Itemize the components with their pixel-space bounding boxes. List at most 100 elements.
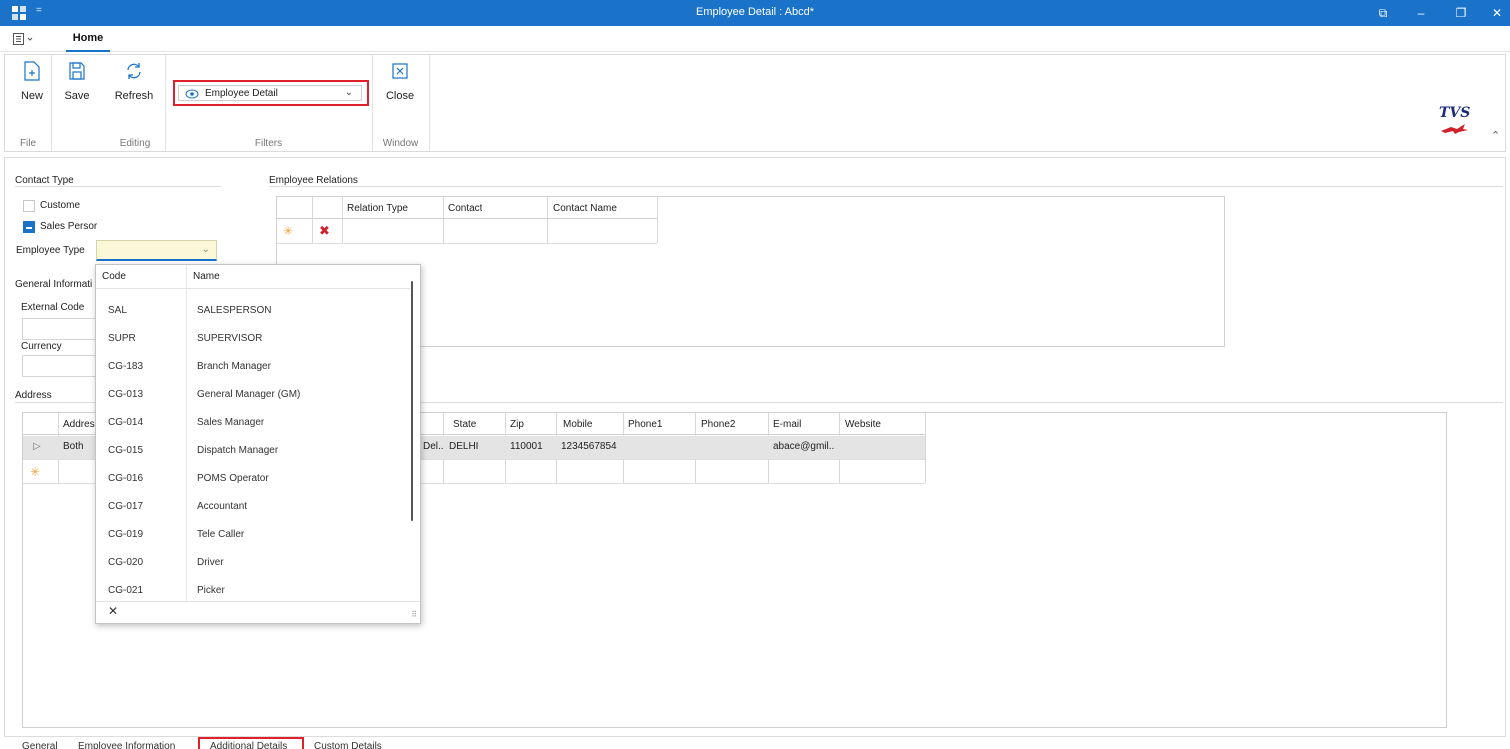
dropdown-item-code: SUPR (108, 333, 136, 344)
minimize-button[interactable]: – (1410, 3, 1432, 23)
dropdown-scrollbar[interactable] (411, 281, 413, 521)
city-cell[interactable]: Del.. (423, 441, 444, 452)
column-header-state[interactable]: State (453, 419, 476, 430)
customer-checkbox[interactable] (23, 200, 35, 212)
close-window-button[interactable]: ✕ (1486, 3, 1508, 23)
column-header-relation-type[interactable]: Relation Type (347, 203, 408, 214)
column-header-phone1[interactable]: Phone1 (628, 419, 662, 430)
dropdown-item-code: CG-017 (108, 501, 144, 512)
employee-relations-label: Employee Relations (269, 175, 358, 186)
dropdown-item-name: Branch Manager (197, 361, 271, 372)
chevron-down-icon: ⌄ (344, 87, 353, 98)
refresh-button[interactable]: Refresh (113, 61, 155, 102)
filter-dropdown-box: Employee Detail ⌄ (178, 85, 362, 101)
new-row-icon[interactable]: ✳ (30, 465, 40, 479)
employee-type-label: Employee Type (16, 245, 85, 256)
dropdown-list-item[interactable]: CG-015 Dispatch Manager (96, 437, 410, 463)
dropdown-list-item[interactable]: CG-019 Tele Caller (96, 521, 410, 547)
dropdown-item-name: Driver (197, 557, 224, 568)
ribbon-tab-row: Home (0, 26, 1510, 52)
external-code-label: External Code (21, 302, 85, 313)
close-button[interactable]: Close (385, 61, 415, 102)
zip-cell[interactable]: 110001 (510, 441, 543, 452)
mobile-cell[interactable]: 1234567854 (561, 441, 617, 452)
new-row-icon[interactable]: ✳ (283, 224, 293, 238)
dropdown-list-item[interactable]: SAL SALESPERSON (96, 297, 410, 323)
maximize-button[interactable]: ❐ (1450, 3, 1472, 23)
dropdown-list-item[interactable]: CG-017 Accountant (96, 493, 410, 519)
refresh-icon (127, 63, 141, 79)
ribbon-panel: New Save Refresh Employee Detail ⌄ Close… (4, 54, 1506, 152)
ribbon-separator (372, 55, 373, 151)
dropdown-list-item[interactable]: CG-013 General Manager (GM) (96, 381, 410, 407)
resize-grip-icon[interactable]: ⠿ (411, 610, 417, 619)
tab-general[interactable]: General (22, 741, 58, 749)
tvs-logo-text: TVS (1439, 105, 1471, 121)
contact-type-label: Contact Type (15, 175, 74, 186)
dropdown-item-code: CG-013 (108, 389, 144, 400)
dropdown-list-item[interactable]: CG-016 POMS Operator (96, 465, 410, 491)
save-button-label: Save (64, 90, 90, 102)
external-code-field[interactable] (22, 318, 102, 340)
dropdown-list-item[interactable]: SUPR SUPERVISOR (96, 325, 410, 351)
column-header-contact-name[interactable]: Contact Name (553, 203, 617, 214)
grid-column-divider (443, 197, 444, 243)
state-cell[interactable]: DELHI (449, 441, 478, 452)
ribbon-separator (429, 55, 430, 151)
eye-icon (185, 89, 199, 99)
currency-field[interactable] (22, 355, 102, 377)
tvs-horse-icon (1441, 124, 1468, 134)
dropdown-list-item[interactable]: CG-020 Driver (96, 549, 410, 575)
column-header-zip[interactable]: Zip (510, 419, 524, 430)
filter-dropdown[interactable]: Employee Detail ⌄ (173, 80, 369, 106)
group-label-file: File (19, 138, 37, 149)
filter-dropdown-value: Employee Detail (205, 88, 278, 99)
grid-column-divider (312, 197, 313, 243)
section-divider (15, 186, 221, 187)
dropdown-item-name: SUPERVISOR (197, 333, 263, 344)
save-button[interactable]: Save (61, 61, 93, 102)
address-label: Address (15, 390, 52, 401)
dropdown-header: Code Name (96, 265, 410, 289)
close-dropdown-icon[interactable]: ✕ (108, 604, 118, 618)
close-button-label: Close (385, 90, 415, 102)
tab-custom-details[interactable]: Custom Details (314, 741, 382, 749)
email-cell[interactable]: abace@gmil.. (773, 441, 834, 452)
column-header-email[interactable]: E-mail (773, 419, 801, 430)
grid-column-divider (925, 413, 926, 483)
column-header-mobile[interactable]: Mobile (563, 419, 592, 430)
new-button[interactable]: New (17, 61, 47, 102)
active-tab-highlight (198, 737, 304, 749)
ribbon-separator (165, 55, 166, 151)
dropdown-item-name: General Manager (GM) (197, 389, 301, 400)
collapse-ribbon-icon[interactable]: ⌃ (1491, 129, 1500, 142)
tab-home-label: Home (72, 32, 104, 44)
delete-row-icon[interactable]: ✖ (319, 223, 330, 239)
dropdown-item-code: CG-183 (108, 361, 144, 372)
column-header-contact[interactable]: Contact (448, 203, 482, 214)
address-type-cell[interactable]: Both (63, 441, 84, 452)
dropdown-item-name: Tele Caller (197, 529, 245, 540)
app-menu-icon[interactable] (13, 32, 35, 46)
dropdown-list-item[interactable]: CG-183 Branch Manager (96, 353, 410, 379)
grid-column-divider (342, 197, 343, 243)
sales-person-checkbox[interactable] (23, 221, 35, 233)
dropdown-item-name: Picker (197, 585, 225, 596)
column-header-phone2[interactable]: Phone2 (701, 419, 735, 430)
tab-home[interactable]: Home (62, 26, 114, 52)
dropdown-item-code: CG-016 (108, 473, 144, 484)
column-header-address[interactable]: Addres (63, 419, 95, 430)
column-header-website[interactable]: Website (845, 419, 881, 430)
dropdown-list-item[interactable]: CG-014 Sales Manager (96, 409, 410, 435)
tab-home-underline (66, 50, 110, 52)
restore-window-icon[interactable]: ⧉ (1372, 3, 1394, 23)
dropdown-item-code: CG-019 (108, 529, 144, 540)
employee-type-combo[interactable]: ⌄ (96, 240, 217, 261)
dropdown-list-item[interactable]: CG-021 Picker (96, 577, 410, 603)
employee-type-dropdown: Code Name SAL SALESPERSON SUPR SUPERVISOR CG… (95, 264, 421, 624)
window-title: Employee Detail : Abcd* (695, 6, 814, 18)
group-label-window: Window (382, 138, 419, 149)
tab-employee-information[interactable]: Employee Information (78, 741, 175, 749)
dropdown-item-name: POMS Operator (197, 473, 269, 484)
chevron-down-icon[interactable]: ⌄ (202, 244, 210, 255)
